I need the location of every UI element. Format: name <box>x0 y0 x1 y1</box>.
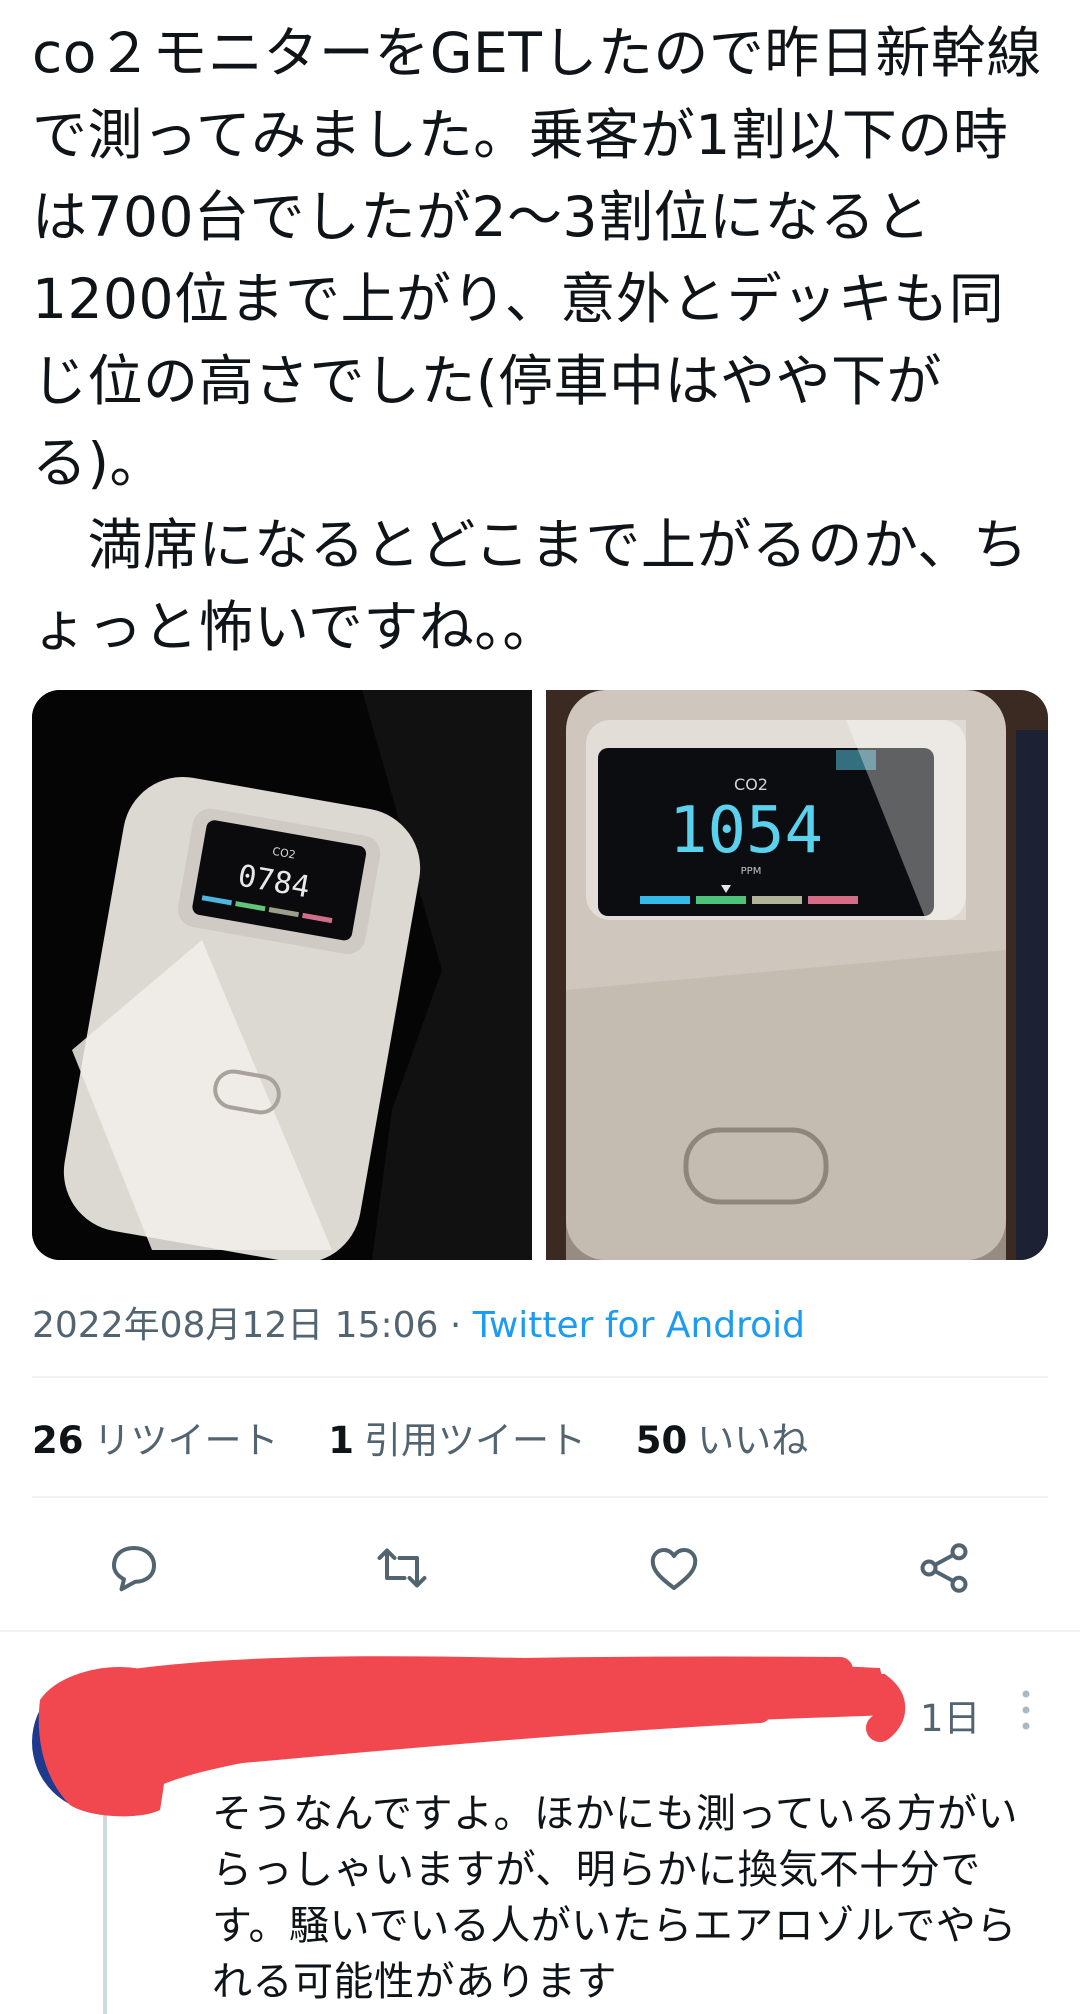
retweets-stat[interactable]: 26 リツイート <box>32 1419 279 1462</box>
tweet-stats: 26 リツイート 1 引用ツイート 50 いいね <box>32 1410 846 1464</box>
meta-separator: · <box>438 1305 473 1346</box>
more-options-icon[interactable] <box>1018 1686 1034 1734</box>
reply-header: 1日 <box>200 1674 1030 1764</box>
quote-tweets-count: 1 <box>328 1419 355 1462</box>
reply-icon[interactable] <box>104 1538 164 1598</box>
tweet-media[interactable]: CO2 0784 CO2 1054 PPM <box>32 690 1048 1260</box>
quote-tweets-label: 引用ツイート <box>364 1419 587 1462</box>
divider <box>32 1376 1048 1378</box>
reply-text: そうなんですよ。ほかにも測っている方がいらっしゃいますが、明らかに換気不十分です… <box>212 1791 1018 2005</box>
right-co2-label: CO2 <box>734 775 768 794</box>
tweet-meta: 2022年08月12日 15:06 · Twitter for Android <box>32 1296 805 1348</box>
co2-monitor-photo-right[interactable]: CO2 1054 PPM <box>546 690 1048 1260</box>
share-icon[interactable] <box>914 1538 974 1598</box>
retweet-icon[interactable] <box>372 1538 432 1598</box>
likes-stat[interactable]: 50 いいね <box>636 1419 809 1462</box>
retweets-count: 26 <box>32 1419 84 1462</box>
like-icon[interactable] <box>644 1538 704 1598</box>
reply-avatar[interactable] <box>32 1672 172 1812</box>
reply-timestamp[interactable]: 1日 <box>920 1688 981 1742</box>
tweet-text: co２モニターをGETしたので昨日新幹線で測ってみました。乗客が1割以下の時は7… <box>32 21 1042 659</box>
likes-label: いいね <box>697 1419 809 1462</box>
retweets-label: リツイート <box>93 1419 279 1462</box>
tweet-actions-bar <box>0 1530 1080 1600</box>
tweet-timestamp[interactable]: 2022年08月12日 15:06 <box>32 1305 438 1346</box>
quote-tweets-stat[interactable]: 1 引用ツイート <box>328 1419 586 1462</box>
likes-count: 50 <box>635 1419 688 1462</box>
right-ppm-label: PPM <box>741 866 762 877</box>
co2-monitor-photo-left[interactable]: CO2 0784 <box>32 690 532 1260</box>
thread-line <box>103 1812 107 2014</box>
section-divider <box>0 1630 1080 1632</box>
tweet-source-link[interactable]: Twitter for Android <box>473 1305 805 1346</box>
divider <box>32 1496 1048 1498</box>
right-co2-reading: 1054 <box>669 794 823 868</box>
